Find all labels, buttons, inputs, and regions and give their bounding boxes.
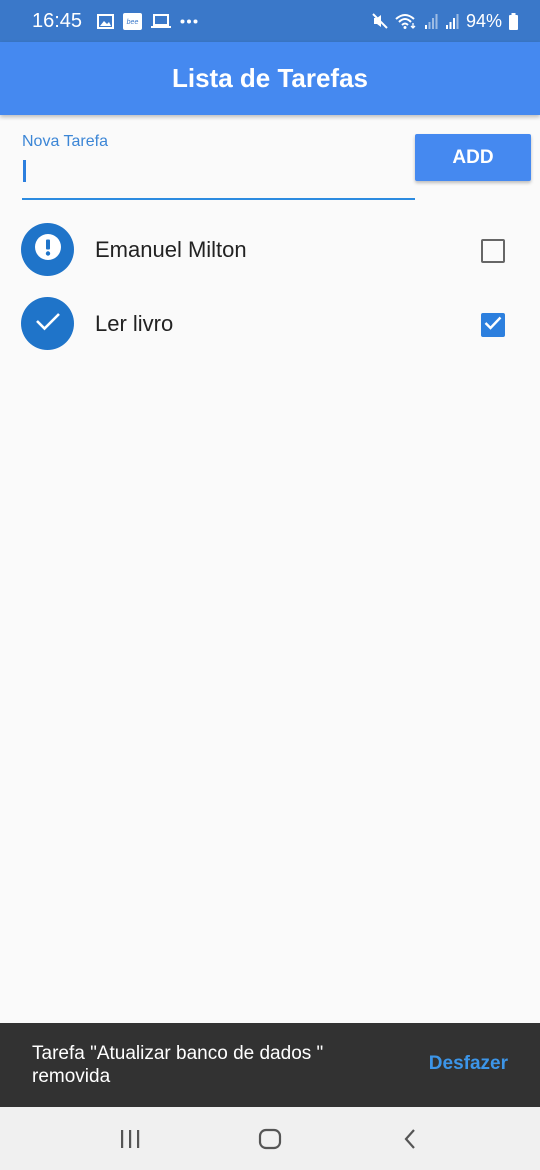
new-task-label: Nova Tarefa: [22, 133, 108, 150]
laptop-icon: [151, 13, 172, 29]
system-nav-bar: [0, 1107, 540, 1170]
check-icon: [35, 311, 61, 336]
task-checkbox[interactable]: [481, 239, 505, 263]
task-title: Ler livro: [95, 311, 174, 336]
task-avatar: [21, 297, 74, 350]
wifi-icon: [395, 13, 417, 29]
checkmark-icon: [484, 316, 502, 335]
task-checkbox[interactable]: [481, 313, 505, 337]
home-icon[interactable]: [240, 1114, 300, 1164]
battery-percentage: 94%: [465, 10, 502, 31]
mute-icon: [372, 13, 388, 29]
snackbar-message: Tarefa "Atualizar banco de dados " remov…: [32, 1043, 324, 1087]
add-task-button[interactable]: ADD: [415, 134, 531, 181]
new-task-field[interactable]: Nova Tarefa: [22, 130, 415, 200]
new-task-input[interactable]: [22, 156, 415, 186]
image-icon: [97, 13, 115, 29]
alert-icon: [34, 234, 61, 265]
status-bar: 16:45 bee 94%: [0, 0, 540, 42]
battery-icon: [509, 12, 518, 30]
app-bar: Lista de Tarefas: [0, 42, 540, 115]
page-title: Lista de Tarefas: [171, 63, 369, 93]
svg-text:bee: bee: [127, 19, 139, 26]
snackbar: Tarefa "Atualizar banco de dados " remov…: [0, 1023, 540, 1107]
signal-icon: [424, 13, 438, 29]
undo-button[interactable]: Desfazer: [429, 1053, 508, 1075]
signal-icon: [445, 13, 459, 29]
task-title: Emanuel Milton: [95, 237, 247, 262]
text-caret: [23, 160, 26, 182]
list-item[interactable]: Ler livro: [0, 287, 540, 361]
status-time: 16:45: [32, 9, 83, 32]
more-dots-icon: [180, 19, 198, 24]
list-item[interactable]: Emanuel Milton: [0, 213, 540, 287]
back-icon[interactable]: [380, 1114, 440, 1164]
recents-icon[interactable]: [100, 1114, 160, 1164]
task-avatar: [21, 223, 74, 276]
bee-app-icon: bee: [123, 12, 143, 30]
